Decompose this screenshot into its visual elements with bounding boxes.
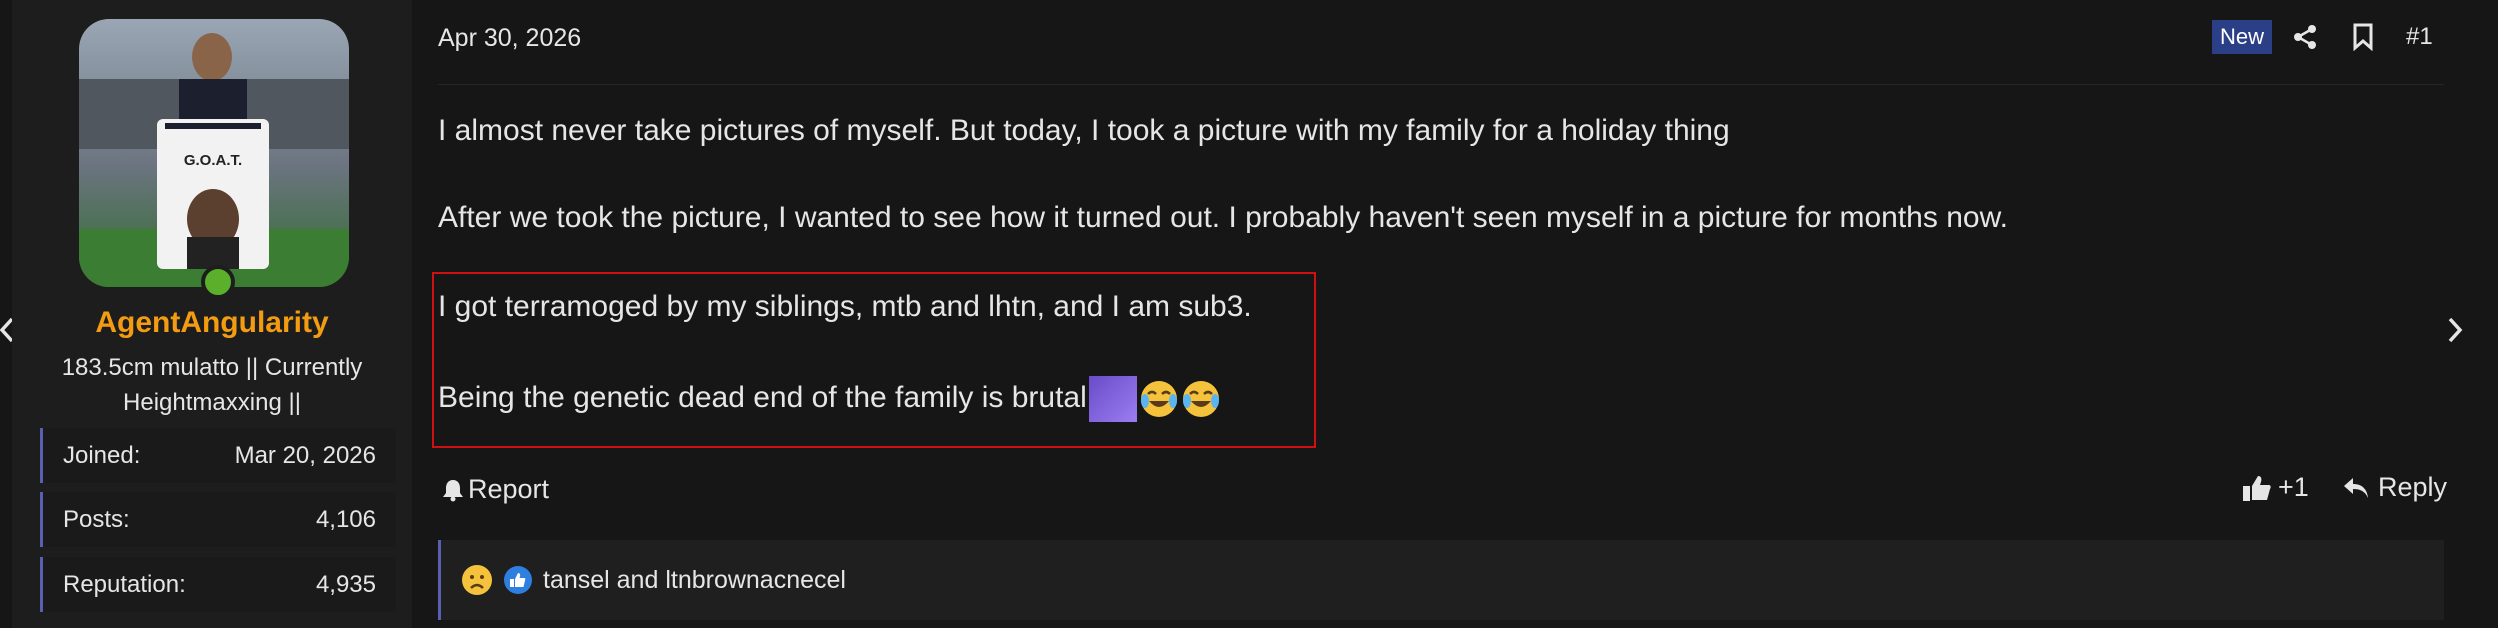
post-paragraph-last: Being the genetic dead end of the family… bbox=[438, 376, 1221, 422]
report-button[interactable]: Report bbox=[442, 474, 549, 505]
avatar-container[interactable]: G.O.A.T. bbox=[79, 19, 349, 299]
custom-emoji-image bbox=[1088, 376, 1137, 422]
post-paragraph: I got terramoged by my siblings, mtb and… bbox=[438, 290, 1252, 323]
like-reaction-icon bbox=[504, 566, 532, 594]
bookmark-icon bbox=[2353, 23, 2373, 51]
crying-laughing-icon bbox=[1182, 381, 1219, 417]
stat-reputation: Reputation: 4,935 bbox=[40, 557, 396, 612]
new-badge: New bbox=[2212, 20, 2273, 54]
reply-icon bbox=[2344, 477, 2368, 498]
like-button[interactable]: +1 bbox=[2242, 472, 2309, 503]
stat-value: 4,935 bbox=[315, 570, 376, 598]
user-info-panel: G.O.A.T. AgentAngularity 183.5cm mulatto… bbox=[12, 0, 412, 628]
bell-icon bbox=[443, 479, 463, 501]
post-header-actions: New #1 bbox=[2212, 20, 2433, 54]
stat-joined: Joined: Mar 20, 2026 bbox=[40, 428, 396, 483]
post-container: Apr 30, 2026 New #1 I almost never take … bbox=[412, 0, 2498, 628]
sad-face-icon bbox=[462, 565, 492, 595]
reactions-users-link[interactable]: tansel and ltnbrownacnecel bbox=[543, 566, 846, 595]
avatar-shirt-text: G.O.A.T. bbox=[184, 152, 242, 169]
user-title: 183.5cm mulatto || Currently Heightmaxxi… bbox=[61, 354, 363, 416]
reactions-bar: tansel and ltnbrownacnecel bbox=[438, 540, 2444, 620]
online-status-indicator bbox=[201, 265, 235, 299]
stat-posts: Posts: 4,106 bbox=[40, 492, 396, 547]
header-divider bbox=[438, 84, 2444, 85]
report-label: Report bbox=[468, 474, 550, 504]
reply-button[interactable]: Reply bbox=[2342, 472, 2447, 503]
post-date-link[interactable]: Apr 30, 2026 bbox=[438, 24, 581, 53]
stat-value[interactable]: 4,106 bbox=[316, 506, 376, 534]
thumbs-up-icon bbox=[2243, 475, 2271, 501]
post-number-link[interactable]: #1 bbox=[2406, 23, 2433, 51]
stat-label: Reputation: bbox=[63, 570, 186, 598]
bookmark-button[interactable] bbox=[2348, 22, 2378, 52]
post-paragraph-text: Being the genetic dead end of the family… bbox=[438, 380, 1087, 414]
reply-label: Reply bbox=[2378, 472, 2448, 502]
like-count: +1 bbox=[2278, 472, 2309, 502]
avatar[interactable]: G.O.A.T. bbox=[79, 19, 349, 287]
username-link[interactable]: AgentAngularity bbox=[12, 306, 412, 340]
share-button[interactable] bbox=[2290, 22, 2320, 52]
post-paragraph: After we took the picture, I wanted to s… bbox=[438, 201, 2008, 234]
crying-laughing-icon bbox=[1140, 381, 1177, 417]
post-paragraph: I almost never take pictures of myself. … bbox=[438, 114, 1730, 147]
stat-label: Joined: bbox=[63, 441, 141, 469]
stat-label: Posts: bbox=[63, 505, 130, 533]
share-icon bbox=[2294, 25, 2317, 49]
stat-value: Mar 20, 2026 bbox=[234, 441, 376, 469]
